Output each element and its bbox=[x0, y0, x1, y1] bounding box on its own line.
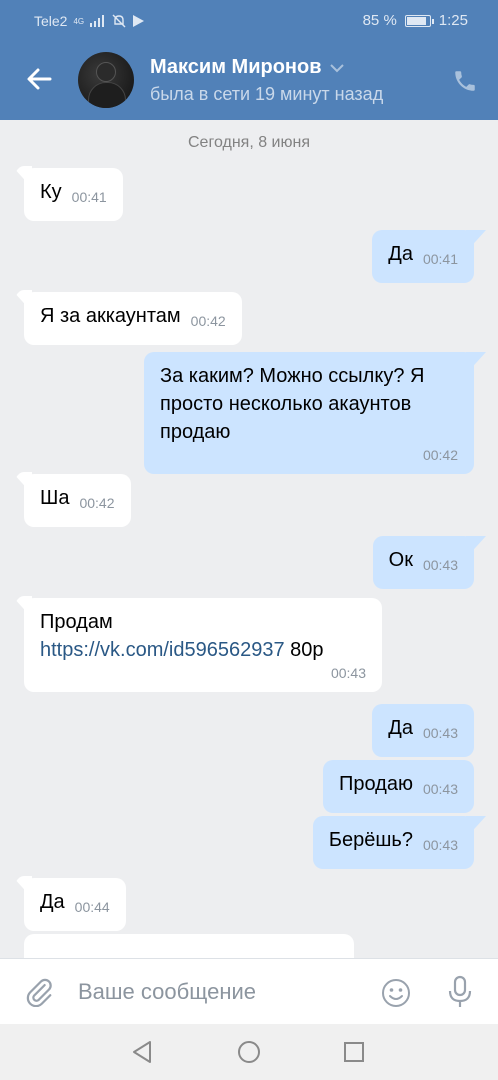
message-text: За каким? Можно ссылку? Я просто несколь… bbox=[160, 365, 425, 443]
message-text: Ку bbox=[40, 181, 62, 203]
carrier-label: Tele2 bbox=[34, 13, 68, 29]
incoming-message[interactable]: Да 00:44 bbox=[24, 878, 126, 931]
profile-link[interactable]: https://vk.com/id596562937 bbox=[40, 639, 285, 661]
message-text: Берёшь? bbox=[328, 829, 413, 851]
message-time: 00:42 bbox=[422, 447, 458, 463]
message-composer bbox=[0, 958, 498, 1024]
message-time: 00:42 bbox=[79, 495, 115, 511]
message-time: 00:42 bbox=[190, 313, 226, 329]
incoming-message[interactable] bbox=[24, 934, 354, 958]
chevron-down-icon[interactable] bbox=[329, 63, 344, 73]
message-time: 00:43 bbox=[422, 557, 458, 573]
nav-back-icon[interactable] bbox=[130, 1040, 154, 1064]
message-text: Да bbox=[388, 243, 413, 265]
contact-status: была в сети 19 минут назад bbox=[150, 84, 384, 104]
play-icon bbox=[133, 15, 145, 27]
emoji-icon[interactable] bbox=[380, 977, 412, 1009]
message-text: Да bbox=[40, 891, 65, 913]
message-input[interactable] bbox=[78, 973, 358, 1011]
outgoing-message[interactable]: Да 00:43 bbox=[372, 704, 474, 757]
incoming-message[interactable]: Продам https://vk.com/id596562937 80р 00… bbox=[24, 598, 382, 692]
contact-name[interactable]: Максим Миронов bbox=[150, 56, 344, 79]
system-navigation-bar bbox=[0, 1024, 498, 1080]
battery-level bbox=[406, 16, 426, 25]
message-text: Продам bbox=[40, 611, 113, 633]
message-time: 00:43 bbox=[422, 725, 458, 741]
date-separator: Сегодня, 8 июня bbox=[188, 134, 310, 151]
app-header: Tele2 4G 85 % 1:25 Максим Миронов была в… bbox=[0, 0, 498, 120]
clock: 1:25 bbox=[438, 12, 468, 29]
battery-percent: 85 % bbox=[362, 12, 397, 29]
bubble-tail bbox=[466, 230, 486, 252]
phone-icon[interactable] bbox=[452, 68, 478, 94]
battery-icon bbox=[404, 14, 434, 27]
message-text: Ок bbox=[388, 549, 413, 571]
message-time: 00:44 bbox=[74, 899, 110, 915]
incoming-message[interactable]: Ку 00:41 bbox=[24, 168, 123, 221]
outgoing-message[interactable]: Берёшь? 00:43 bbox=[312, 816, 474, 869]
message-time: 00:43 bbox=[422, 781, 458, 797]
microphone-icon[interactable] bbox=[446, 975, 474, 1009]
message-time: 00:41 bbox=[422, 251, 458, 267]
incoming-message[interactable]: Я за аккаунтам 00:42 bbox=[24, 292, 242, 345]
message-list[interactable]: Сегодня, 8 июня Ку 00:41 Да 00:41 Я за акк… bbox=[0, 120, 498, 958]
message-time: 00:43 bbox=[330, 665, 366, 681]
message-time: 00:43 bbox=[422, 837, 458, 853]
message-text-suffix: 80р bbox=[284, 639, 324, 661]
incoming-message[interactable]: Ша 00:42 bbox=[24, 474, 131, 527]
message-time: 00:41 bbox=[71, 189, 107, 205]
message-text: Я за аккаунтам bbox=[40, 305, 181, 327]
paperclip-icon[interactable] bbox=[24, 977, 54, 1007]
status-bar: Tele2 4G 85 % 1:25 bbox=[0, 0, 498, 40]
outgoing-message[interactable]: Продаю 00:43 bbox=[322, 760, 474, 813]
outgoing-message[interactable]: За каким? Можно ссылку? Я просто несколь… bbox=[144, 352, 474, 474]
message-text: Да bbox=[388, 717, 413, 739]
message-text: Ша bbox=[40, 487, 70, 509]
mute-bell-icon bbox=[112, 14, 126, 28]
avatar[interactable] bbox=[78, 52, 134, 108]
nav-home-icon[interactable] bbox=[237, 1040, 261, 1064]
message-text: Продаю bbox=[338, 773, 413, 795]
contact-name-label: Максим Миронов bbox=[150, 56, 322, 78]
outgoing-message[interactable]: Да 00:41 bbox=[372, 230, 474, 283]
signal-icon bbox=[90, 15, 105, 27]
outgoing-message[interactable]: Ок 00:43 bbox=[372, 536, 474, 589]
network-type: 4G bbox=[73, 16, 85, 26]
nav-recents-icon[interactable] bbox=[342, 1040, 366, 1064]
back-arrow-icon[interactable] bbox=[24, 64, 54, 94]
